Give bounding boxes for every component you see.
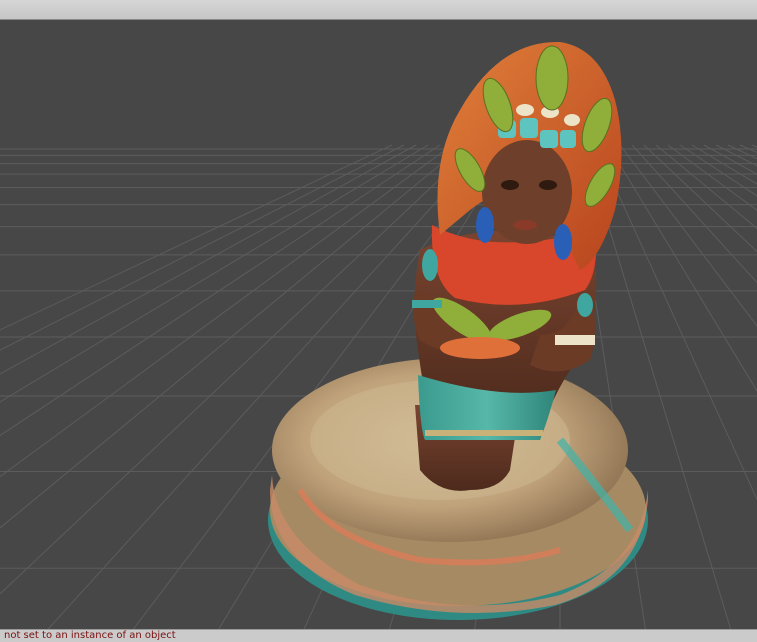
top-toolbar	[0, 0, 757, 20]
scene-canvas	[0, 41, 757, 629]
status-bar: not set to an instance of an object	[0, 629, 757, 642]
status-message: not set to an instance of an object	[4, 630, 176, 641]
scene-viewport[interactable]	[0, 20, 757, 629]
